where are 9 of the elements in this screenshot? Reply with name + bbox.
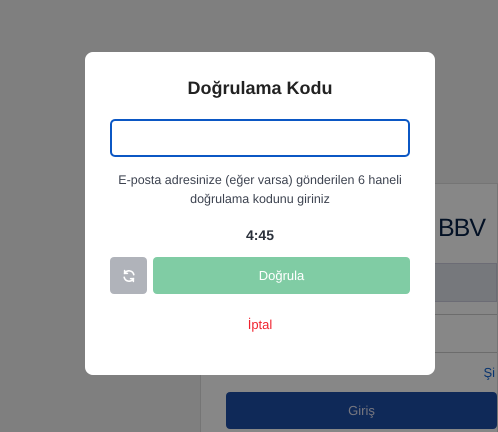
refresh-icon xyxy=(122,268,136,282)
logo: BBV xyxy=(438,214,487,244)
code-input-field[interactable] xyxy=(110,119,410,157)
dialog-title: Doğrulama Kodu xyxy=(187,78,332,99)
instructions-text: E-posta adresinize (eğer varsa) gönderilen 6 haneli doğrulama kodunu giriniz xyxy=(117,172,403,208)
countdown-timer: 4:45 xyxy=(246,227,274,243)
link[interactable]: Şi xyxy=(483,365,495,383)
login-button[interactable]: Giriş xyxy=(226,392,497,429)
cancel-link[interactable]: İptal xyxy=(248,317,272,332)
